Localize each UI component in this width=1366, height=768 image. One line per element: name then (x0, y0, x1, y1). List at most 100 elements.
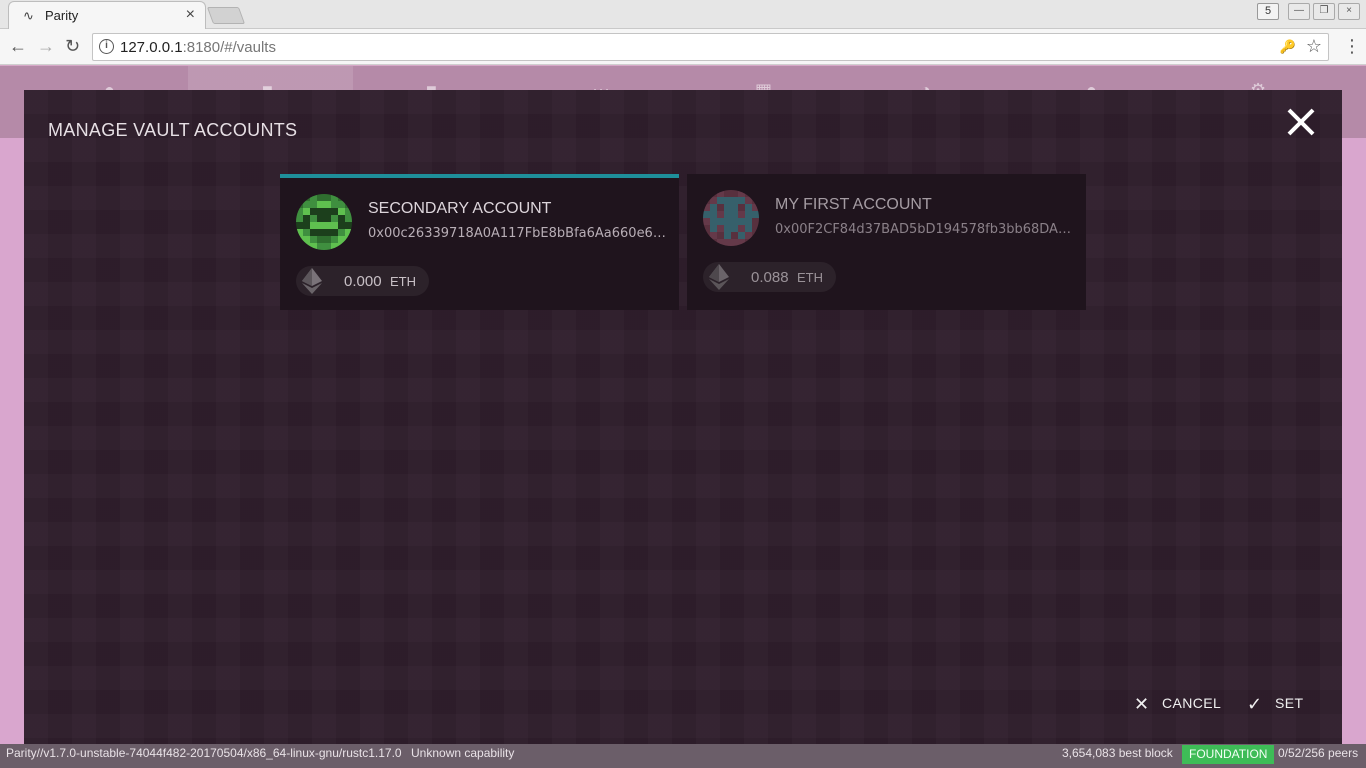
info-icon[interactable]: i (99, 39, 114, 54)
identicon-pixel (717, 239, 724, 246)
identicon-pixel (317, 236, 324, 243)
identicon-pixel (710, 204, 717, 211)
identicon-pixel (317, 215, 324, 222)
identicon-pixel (724, 190, 731, 197)
window-close-button[interactable]: × (1338, 3, 1360, 20)
identicon-pixel (338, 194, 345, 201)
tab-close-icon[interactable]: × (186, 6, 195, 24)
status-bar: Parity//v1.7.0-unstable-74044f482-201705… (0, 744, 1366, 768)
identicon-pixel (317, 243, 324, 250)
identicon-pixel (296, 236, 303, 243)
minimize-button[interactable]: — (1288, 3, 1310, 20)
identicon-pixel (731, 239, 738, 246)
identicon-pixel (738, 218, 745, 225)
identicon-pixel (752, 218, 759, 225)
identicon-pixel (317, 208, 324, 215)
identicon-pixel (331, 222, 338, 229)
account-name: SECONDARY ACCOUNT (368, 200, 552, 217)
identicon-pixel (752, 197, 759, 204)
url-text: 127.0.0.1:8180/#/vaults (120, 39, 276, 56)
forward-arrow-icon[interactable]: → (37, 36, 55, 56)
identicon-pixel (717, 225, 724, 232)
balance-value: 0.088 (751, 269, 789, 286)
identicon-pixel (738, 197, 745, 204)
identicon-pixel (745, 239, 752, 246)
identicon-pixel (331, 208, 338, 215)
reload-icon[interactable]: ↻ (65, 36, 80, 56)
identicon-pixel (703, 211, 710, 218)
identicon-pixel (345, 236, 352, 243)
identicon-pixel (310, 208, 317, 215)
account-address: 0x00c26339718A0A117FbE8bBfa6Aa660e6E4... (368, 226, 668, 241)
account-address: 0x00F2CF84d37BAD5bD194578fb3bb68DA46... (775, 222, 1075, 237)
identicon-pixel (296, 194, 303, 201)
identicon-pixel (717, 211, 724, 218)
identicon-pixel (745, 204, 752, 211)
identicon-pixel (703, 190, 710, 197)
identicon-pixel (310, 215, 317, 222)
identicon-pixel (296, 243, 303, 250)
identicon-pixel (752, 225, 759, 232)
identicon-pixel (310, 222, 317, 229)
identicon-pixel (324, 201, 331, 208)
cancel-label: CANCEL (1162, 695, 1222, 712)
balance-value: 0.000 (344, 273, 382, 290)
identicon-pixel (317, 229, 324, 236)
extension-icon[interactable]: 5 (1257, 3, 1279, 20)
identicon-pixel (738, 204, 745, 211)
identicon-pixel (724, 211, 731, 218)
restore-button[interactable]: ❐ (1313, 3, 1335, 20)
identicon-pixel (296, 208, 303, 215)
browser-tab[interactable]: ∿ Parity × (8, 1, 206, 29)
identicon-pixel (345, 201, 352, 208)
account-card-my-first[interactable]: MY FIRST ACCOUNT 0x00F2CF84d37BAD5bD1945… (687, 174, 1086, 310)
identicon-pixel (345, 243, 352, 250)
identicon-pixel (303, 236, 310, 243)
identicon-pixel (345, 194, 352, 201)
identicon-pixel (724, 239, 731, 246)
identicon-pixel (724, 232, 731, 239)
identicon-pixel (310, 201, 317, 208)
key-icon[interactable]: 🔑 (1280, 39, 1296, 55)
balance-pill: 0.088 ETH (703, 262, 836, 292)
identicon-pixel (710, 211, 717, 218)
identicon-pixel (303, 229, 310, 236)
account-card-secondary[interactable]: SECONDARY ACCOUNT 0x00c26339718A0A117FbE… (280, 174, 679, 310)
identicon-pixel (738, 239, 745, 246)
identicon-pixel (345, 208, 352, 215)
identicon-pixel (731, 190, 738, 197)
identicon-pixel (338, 201, 345, 208)
identicon-pixel (717, 190, 724, 197)
back-arrow-icon[interactable]: ← (9, 36, 27, 56)
browser-toolbar: ← → ↻ i 127.0.0.1:8180/#/vaults 🔑 ☆ ⋮ (0, 29, 1366, 65)
new-tab-button[interactable] (206, 7, 246, 24)
identicon-pixel (345, 229, 352, 236)
version-text: Parity//v1.7.0-unstable-74044f482-201705… (6, 746, 402, 760)
identicon-pixel (738, 211, 745, 218)
set-button[interactable]: ✓ SET (1247, 694, 1303, 714)
close-icon[interactable] (1283, 104, 1319, 140)
ethereum-icon (302, 268, 322, 294)
close-icon: ✕ (1134, 694, 1150, 714)
identicon-pixel (710, 232, 717, 239)
identicon-pixel (324, 236, 331, 243)
cancel-button[interactable]: ✕ CANCEL (1134, 694, 1221, 714)
browser-menu-icon[interactable]: ⋮ (1343, 36, 1361, 57)
identicon-pixel (731, 197, 738, 204)
identicon-pixel (731, 232, 738, 239)
bookmark-star-icon[interactable]: ☆ (1306, 36, 1322, 57)
identicon-pixel (703, 197, 710, 204)
identicon-pixel (324, 215, 331, 222)
identicon-pixel (303, 208, 310, 215)
address-bar[interactable]: i 127.0.0.1:8180/#/vaults 🔑 ☆ (92, 33, 1329, 61)
capability-text: Unknown capability (411, 746, 515, 760)
parity-logo-icon: ∿ (23, 8, 34, 23)
identicon-pixel (745, 190, 752, 197)
identicon-pixel (710, 218, 717, 225)
identicon-pixel (324, 194, 331, 201)
identicon-pixel (717, 204, 724, 211)
identicon-pixel (345, 215, 352, 222)
identicon-avatar (296, 194, 352, 250)
identicon-pixel (324, 229, 331, 236)
identicon-pixel (752, 190, 759, 197)
